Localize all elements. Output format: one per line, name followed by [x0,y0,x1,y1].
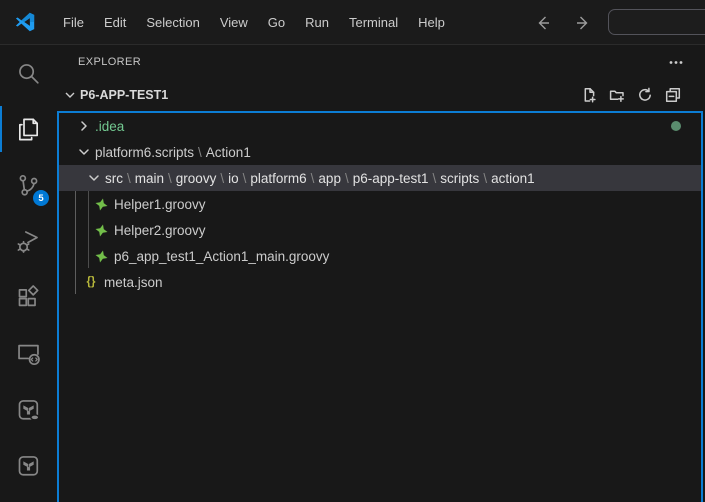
path-separator: \ [198,144,202,160]
git-status-dot [671,121,681,131]
activity-item-run-debug[interactable] [0,213,57,269]
path-segment: p6_app_test1_Action1_main.groovy [114,248,330,264]
path-segment: main [134,170,165,186]
path-segment: app [318,170,341,186]
section-toolbar [580,86,682,104]
tree-item-meta-json[interactable]: {} meta.json [59,269,701,295]
activity-bar: 5 [0,45,57,502]
refresh-icon[interactable] [636,86,654,104]
groovy-file-icon [93,196,109,212]
remote-explorer-icon [18,344,40,365]
sidebar-title-row: EXPLORER [57,45,705,78]
path-segment: io [228,170,239,186]
path-segment: Helper1.groovy [114,196,206,212]
collapse-all-icon[interactable] [664,86,682,104]
new-file-icon[interactable] [580,86,598,104]
search-icon [19,63,39,84]
activity-item-source-control[interactable]: 5 [0,157,57,213]
path-segment: Helper2.groovy [114,222,206,238]
menu-bar: File Edit Selection View Go Run Terminal Help [53,0,455,44]
item-label: src \ main \ groovy \ io \ platform6 \ app \ p6-app-… [105,171,535,186]
path-segment: meta.json [104,274,163,290]
path-separator: \ [344,170,349,186]
item-label: .idea [95,119,124,134]
path-segment: Action1 [205,144,251,160]
path-segment: p6-app-test1 [352,170,429,186]
new-folder-icon[interactable] [608,86,626,104]
scm-count-badge: 5 [33,190,49,206]
groovy-file-icon [93,248,109,264]
explorer-sidebar: EXPLORER P6-APP-TEST1 .idea platform6.scr… [57,45,705,502]
vscode-logo-icon [15,12,35,32]
path-separator: \ [432,170,437,186]
path-separator: \ [220,170,225,186]
tree-item-platform6-scripts-action1[interactable]: platform6.scripts \ Action1 [59,139,701,165]
menu-view[interactable]: View [210,0,258,44]
item-label: Helper2.groovy [114,223,206,238]
platform6-icon [18,455,39,476]
chevron-down-icon[interactable] [76,144,92,160]
menu-run[interactable]: Run [295,0,339,44]
explorer-icon [18,118,39,140]
tree-item-p6-app-test1-action1-main-groovy[interactable]: p6_app_test1_Action1_main.groovy [59,243,701,269]
back-icon[interactable] [533,13,553,33]
path-segment: platform6.scripts [95,144,195,160]
activity-item-search[interactable] [0,45,57,101]
sidebar-title: EXPLORER [78,55,142,68]
tree-item-helper1-groovy[interactable]: Helper1.groovy [59,191,701,217]
history-nav [533,0,593,45]
forward-icon[interactable] [573,13,593,33]
groovy-file-icon [93,222,109,238]
activity-item-platform6[interactable] [0,437,57,493]
path-separator: \ [483,170,488,186]
item-label: Helper1.groovy [114,197,206,212]
activity-item-explorer[interactable] [0,101,57,157]
more-actions-icon[interactable] [667,53,685,71]
menu-edit[interactable]: Edit [94,0,136,44]
json-file-icon: {} [86,276,96,288]
item-label: meta.json [104,275,163,290]
menu-help[interactable]: Help [408,0,455,44]
title-bar: File Edit Selection View Go Run Terminal Help [0,0,705,45]
tree-item-idea[interactable]: .idea [59,113,701,139]
path-separator: \ [310,170,315,186]
project-name: P6-APP-TEST1 [80,87,169,102]
tree-item-src-main-groovy-io-platform6-app-p6-app-test1-scripts-action1[interactable]: src \ main \ groovy \ io \ platform6 \ app \ p6-app-… [59,165,701,191]
chevron-right-icon[interactable] [76,118,92,134]
activity-item-platform6-tests[interactable] [0,381,57,437]
tree-item-helper2-groovy[interactable]: Helper2.groovy [59,217,701,243]
platform6-tests-icon [18,399,40,421]
command-center-search[interactable] [608,9,705,35]
activity-item-remote-explorer[interactable] [0,325,57,381]
path-separator: \ [127,170,131,186]
path-segment: .idea [95,118,125,134]
menu-selection[interactable]: Selection [136,0,209,44]
extensions-icon [18,284,39,306]
path-segment: groovy [175,170,217,186]
item-label: p6_app_test1_Action1_main.groovy [114,249,329,264]
menu-file[interactable]: File [53,0,94,44]
path-segment: action1 [491,170,535,186]
item-label: platform6.scripts \ Action1 [95,145,251,160]
project-section-header[interactable]: P6-APP-TEST1 [57,78,705,111]
path-segment: src [105,170,123,186]
path-segment: scripts [440,170,480,186]
path-separator: \ [242,170,247,186]
run-debug-icon [17,230,38,253]
path-segment: platform6 [250,170,307,186]
path-separator: \ [168,170,172,186]
chevron-down-icon [65,92,75,98]
menu-go[interactable]: Go [258,0,295,44]
menu-terminal[interactable]: Terminal [339,0,408,44]
chevron-down-icon[interactable] [86,170,102,186]
file-tree: .idea platform6.scripts \ Action1 src \ main \ g… [57,111,703,502]
activity-item-extensions[interactable] [0,269,57,325]
